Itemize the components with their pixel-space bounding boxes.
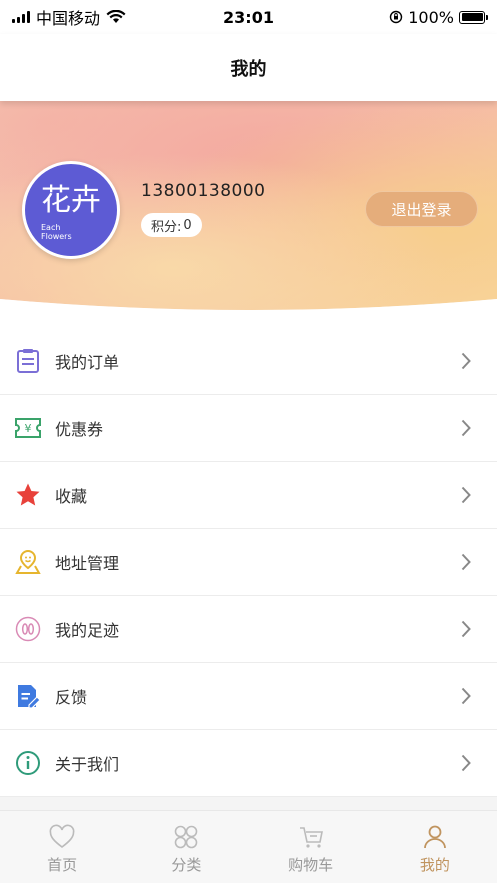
avatar-logo-sub2: Flowers	[41, 232, 72, 241]
tab-label: 分类	[171, 856, 202, 874]
chevron-right-icon	[461, 553, 471, 571]
orientation-lock-icon	[390, 10, 403, 24]
tab-label: 我的	[419, 856, 450, 874]
menu-list: 我的订单 ¥ 优惠券 收藏 地址管理 我的足迹 反馈 关于我们	[0, 328, 497, 797]
coupon-icon: ¥	[14, 414, 42, 442]
signal-icon	[12, 11, 30, 23]
category-icon	[175, 825, 198, 849]
chevron-right-icon	[461, 486, 471, 504]
wifi-icon	[106, 10, 126, 23]
tab-cart[interactable]: 购物车	[249, 811, 373, 883]
svg-text:¥: ¥	[25, 422, 32, 435]
tab-home[interactable]: 首页	[0, 811, 124, 883]
status-bar: 中国移动 23:01 100%	[0, 0, 497, 34]
battery-percent: 100%	[408, 7, 454, 27]
avatar-logo: 花卉 Each Flowers	[41, 183, 101, 241]
feedback-icon	[14, 682, 42, 710]
menu-item-feedback[interactable]: 反馈	[0, 663, 497, 730]
menu-item-favorites[interactable]: 收藏	[0, 462, 497, 529]
tab-bar: 首页 分类 购物车 我的	[0, 810, 497, 883]
menu-item-label: 反馈	[55, 688, 88, 707]
menu-item-label: 我的订单	[55, 353, 120, 372]
tab-category[interactable]: 分类	[124, 811, 248, 883]
points-badge: 积分: 0	[141, 213, 202, 237]
user-phone: 13800138000	[141, 181, 266, 201]
info-icon	[14, 749, 42, 777]
menu-item-coupons[interactable]: ¥ 优惠券	[0, 395, 497, 462]
menu-item-address[interactable]: 地址管理	[0, 529, 497, 596]
tab-label: 首页	[47, 856, 78, 874]
tab-label: 购物车	[288, 856, 334, 874]
chevron-right-icon	[461, 687, 471, 705]
nav-bar: 我的	[0, 34, 497, 101]
clipboard-icon	[14, 347, 42, 375]
person-icon	[423, 825, 446, 849]
menu-item-about[interactable]: 关于我们	[0, 730, 497, 797]
status-right: 100%	[389, 7, 488, 27]
menu-item-orders[interactable]: 我的订单	[0, 328, 497, 395]
points-label: 积分:	[151, 219, 182, 235]
menu-item-footprints[interactable]: 我的足迹	[0, 596, 497, 663]
heart-icon	[49, 824, 75, 849]
points-value: 0	[183, 217, 192, 233]
chevron-right-icon	[461, 419, 471, 437]
logout-button[interactable]: 退出登录	[365, 191, 478, 227]
footprint-icon	[14, 615, 42, 643]
carrier-label: 中国移动	[36, 9, 101, 28]
avatar-logo-sub1: Each	[41, 223, 60, 232]
chevron-right-icon	[461, 352, 471, 370]
profile-header: 花卉 Each Flowers 13800138000 积分: 0 退出登录	[0, 101, 497, 331]
chevron-right-icon	[461, 620, 471, 638]
menu-item-label: 优惠券	[55, 420, 104, 439]
cart-icon	[299, 827, 323, 848]
star-icon	[14, 481, 42, 509]
page-title: 我的	[230, 58, 267, 80]
location-icon	[14, 548, 42, 576]
menu-item-label: 我的足迹	[55, 621, 120, 640]
menu-item-label: 地址管理	[55, 554, 120, 573]
status-left: 中国移动	[12, 5, 126, 29]
menu-item-label: 收藏	[55, 487, 88, 506]
menu-item-label: 关于我们	[55, 755, 120, 774]
avatar[interactable]: 花卉 Each Flowers	[22, 161, 120, 259]
tab-mine[interactable]: 我的	[373, 811, 497, 883]
battery-icon	[459, 10, 488, 24]
avatar-logo-main: 花卉	[41, 183, 101, 218]
chevron-right-icon	[461, 754, 471, 772]
